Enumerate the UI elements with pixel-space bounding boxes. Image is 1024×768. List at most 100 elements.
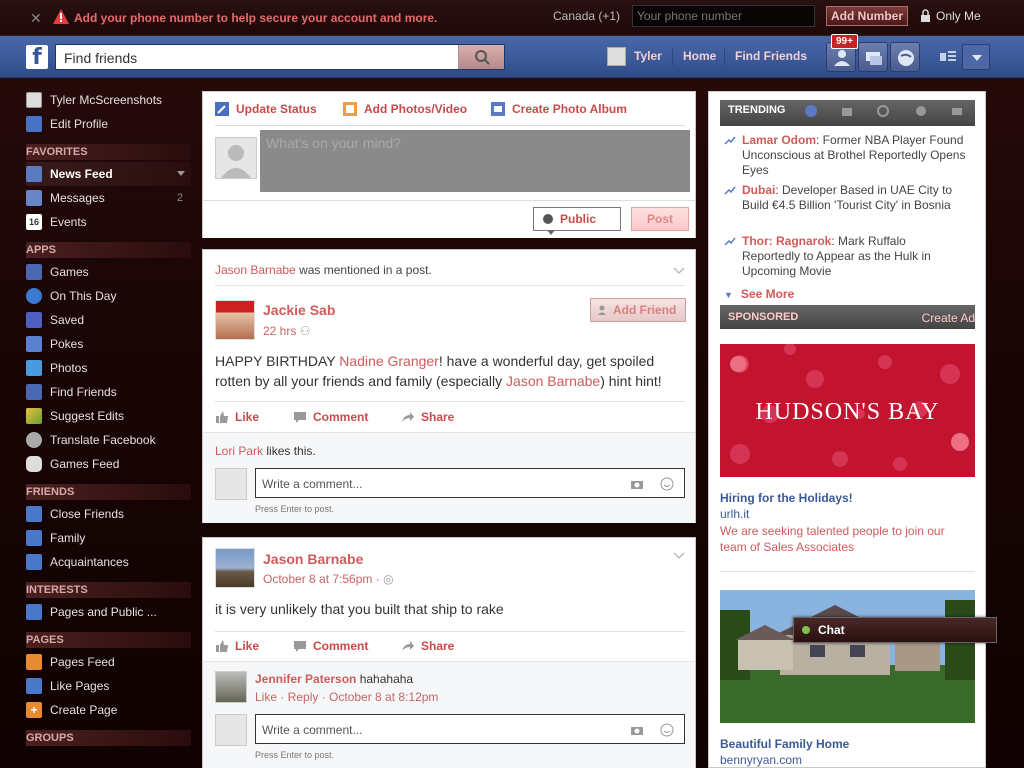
sidebar-edit-profile[interactable]: Edit Profile bbox=[26, 112, 191, 136]
audience-selector[interactable]: Public bbox=[533, 207, 621, 235]
ad-url[interactable]: urlh.it bbox=[720, 507, 749, 521]
post-button[interactable]: Post bbox=[631, 207, 689, 231]
nav-home[interactable]: Home bbox=[683, 49, 716, 63]
sidebar-item-messages[interactable]: Messages 2 bbox=[26, 186, 191, 210]
sidebar-item-events[interactable]: 16 Events bbox=[26, 210, 191, 234]
sidebar-item-acquaintances[interactable]: Acquaintances bbox=[26, 550, 191, 574]
ad-title[interactable]: Hiring for the Holidays! bbox=[720, 491, 853, 505]
sidebar-item-pages-public[interactable]: Pages and Public ... bbox=[26, 600, 191, 624]
comment-input[interactable]: Write a comment... bbox=[255, 714, 685, 744]
camera-icon[interactable] bbox=[630, 723, 644, 737]
comment-input[interactable]: Write a comment... bbox=[255, 468, 685, 498]
comment-button[interactable]: Comment bbox=[293, 410, 368, 424]
chevron-down-icon[interactable] bbox=[673, 267, 685, 275]
share-button[interactable]: Share bbox=[401, 410, 454, 424]
trending-science-icon[interactable] bbox=[876, 104, 890, 118]
trending-entertainment-icon[interactable] bbox=[950, 104, 964, 118]
search-input[interactable]: Find friends bbox=[64, 50, 137, 66]
nav-find-friends[interactable]: Find Friends bbox=[735, 49, 807, 63]
post-timestamp[interactable]: 22 hrs ⚇ bbox=[263, 324, 310, 338]
sidebar-item-on-this-day[interactable]: On This Day bbox=[26, 284, 191, 308]
phone-notification-bar: ✕ Add your phone number to help secure y… bbox=[0, 0, 1024, 36]
messages-icon[interactable] bbox=[858, 42, 888, 72]
sidebar-item-suggest-edits[interactable]: Suggest Edits bbox=[26, 404, 191, 428]
comment-meta[interactable]: Like · Reply · October 8 at 8:12pm bbox=[255, 690, 438, 704]
see-more-link[interactable]: ▼ See More bbox=[720, 287, 794, 301]
post-author-name[interactable]: Jason Barnabe bbox=[263, 551, 363, 567]
search-button[interactable] bbox=[458, 45, 504, 69]
mention-link[interactable]: Nadine Granger bbox=[339, 353, 439, 369]
sidebar-item-close-friends[interactable]: Close Friends bbox=[26, 502, 191, 526]
trending-sports-icon[interactable] bbox=[914, 104, 928, 118]
search-bar[interactable]: Find friends bbox=[55, 44, 505, 70]
chat-tab[interactable]: Chat bbox=[793, 617, 997, 643]
sidebar-item-pokes[interactable]: Pokes bbox=[26, 332, 191, 356]
comment-label: Comment bbox=[313, 410, 369, 424]
like-button[interactable]: Like bbox=[215, 410, 259, 424]
privacy-shortcuts-icon[interactable] bbox=[940, 49, 956, 63]
ad-title[interactable]: Beautiful Family Home bbox=[720, 737, 849, 751]
settings-dropdown[interactable] bbox=[962, 44, 990, 70]
ad-url[interactable]: bennyryan.com bbox=[720, 753, 802, 767]
trending-topic[interactable]: Dubai bbox=[742, 183, 775, 197]
phone-number-input[interactable] bbox=[632, 5, 815, 27]
user-avatar[interactable] bbox=[607, 47, 626, 66]
story-actor-link[interactable]: Jason Barnabe bbox=[215, 263, 296, 277]
sidebar-item-saved[interactable]: Saved bbox=[26, 308, 191, 332]
family-home-ad-image[interactable] bbox=[720, 590, 975, 723]
sidebar-item-create-page[interactable]: + Create Page bbox=[26, 698, 191, 722]
create-ad-link[interactable]: Create Ad bbox=[922, 311, 975, 325]
trending-topic[interactable]: Lamar Odom bbox=[742, 133, 816, 147]
notifications-icon[interactable] bbox=[890, 42, 920, 72]
sidebar-item-games-feed[interactable]: Games Feed bbox=[26, 452, 191, 476]
country-code[interactable]: Canada (+1) bbox=[553, 9, 620, 23]
chevron-down-icon bbox=[972, 55, 982, 61]
add-number-button[interactable]: Add Number bbox=[826, 6, 908, 26]
tab-update-status[interactable]: Update Status bbox=[215, 102, 317, 116]
add-friend-button[interactable]: Add Friend bbox=[590, 298, 686, 322]
commenter-avatar[interactable] bbox=[215, 671, 247, 703]
commenter-link[interactable]: Jennifer Paterson bbox=[255, 672, 356, 686]
facebook-logo[interactable]: f bbox=[26, 45, 48, 70]
trending-politics-icon[interactable] bbox=[840, 104, 854, 118]
post-timestamp[interactable]: October 8 at 7:56pm · ◎ bbox=[263, 572, 394, 586]
sidebar-item-pages-feed[interactable]: Pages Feed bbox=[26, 650, 191, 674]
post-author-avatar[interactable] bbox=[215, 300, 255, 340]
sidebar-item-find-friends[interactable]: Find Friends bbox=[26, 380, 191, 404]
trending-top-icon[interactable] bbox=[804, 104, 818, 118]
like-button[interactable]: Like bbox=[215, 639, 259, 653]
post-author-avatar[interactable] bbox=[215, 548, 255, 588]
emoji-icon[interactable] bbox=[660, 477, 674, 491]
mention-link[interactable]: Jason Barnabe bbox=[506, 373, 600, 389]
emoji-icon[interactable] bbox=[660, 723, 674, 737]
search-icon bbox=[475, 50, 490, 65]
sidebar-item-photos[interactable]: Photos bbox=[26, 356, 191, 380]
comment-button[interactable]: Comment bbox=[293, 639, 368, 653]
sidebar-heading-apps: APPS bbox=[26, 242, 191, 258]
chevron-down-icon[interactable] bbox=[673, 552, 685, 560]
post-author-name[interactable]: Jackie Sab bbox=[263, 302, 335, 318]
trending-topic[interactable]: Thor: Ragnarok bbox=[742, 234, 831, 248]
camera-icon[interactable] bbox=[630, 477, 644, 491]
hudsons-bay-ad-image[interactable]: HUDSON'S BAY bbox=[720, 344, 975, 477]
hudsons-bay-logo: HUDSON'S BAY bbox=[755, 399, 940, 425]
sidebar-item-like-pages[interactable]: Like Pages bbox=[26, 674, 191, 698]
share-button[interactable]: Share bbox=[401, 639, 454, 653]
sidebar-profile[interactable]: Tyler McScreenshots bbox=[26, 88, 191, 112]
chevron-down-icon[interactable] bbox=[177, 171, 185, 176]
house-photo bbox=[720, 590, 975, 723]
privacy-selector[interactable]: Only Me bbox=[936, 9, 981, 23]
press-enter-hint: Press Enter to post. bbox=[255, 750, 335, 760]
status-input[interactable]: What's on your mind? bbox=[260, 130, 690, 192]
tab-create-album[interactable]: Create Photo Album bbox=[491, 102, 627, 116]
friend-requests-badge: 99+ bbox=[831, 34, 858, 49]
trending-arrow-icon bbox=[724, 237, 736, 246]
liker-link[interactable]: Lori Park bbox=[215, 444, 263, 458]
sidebar-item-family[interactable]: Family bbox=[26, 526, 191, 550]
sidebar-item-news-feed[interactable]: News Feed bbox=[26, 162, 191, 186]
close-icon[interactable]: ✕ bbox=[30, 10, 42, 27]
nav-user-name[interactable]: Tyler bbox=[634, 49, 662, 63]
tab-add-photos[interactable]: Add Photos/Video bbox=[343, 102, 467, 116]
sidebar-item-games[interactable]: Games bbox=[26, 260, 191, 284]
sidebar-item-translate[interactable]: Translate Facebook bbox=[26, 428, 191, 452]
